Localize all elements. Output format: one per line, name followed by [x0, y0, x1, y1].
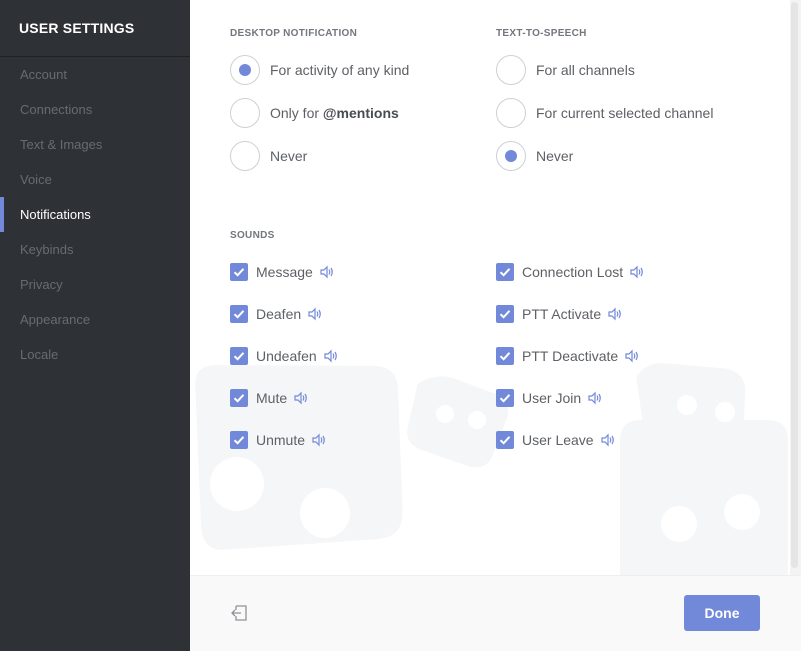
sidebar-menu: Account Connections Text & Images Voice …	[0, 57, 190, 372]
speaker-icon[interactable]	[600, 433, 616, 447]
tts-heading: TEXT-TO-SPEECH	[496, 28, 587, 39]
checkbox-label: User Leave	[522, 432, 594, 448]
radio-button[interactable]	[496, 55, 526, 85]
sounds-heading: SOUNDS	[230, 230, 275, 241]
settings-sidebar: USER SETTINGS Account Connections Text &…	[0, 0, 190, 651]
sound-toggle-connection-lost[interactable]: Connection Lost	[496, 262, 645, 282]
sidebar-item-keybinds[interactable]: Keybinds	[0, 232, 190, 267]
checkbox-label: Unmute	[256, 432, 306, 448]
sidebar-item-voice[interactable]: Voice	[0, 162, 190, 197]
notifications-panel: DESKTOP NOTIFICATION For activity of any…	[190, 0, 788, 575]
sidebar-item-appearance[interactable]: Appearance	[0, 302, 190, 337]
radio-option-tts-all-channels[interactable]: For all channels	[496, 54, 635, 86]
radio-option-tts-never[interactable]: Never	[496, 140, 573, 172]
checkbox[interactable]	[496, 263, 514, 281]
radio-option-any-activity[interactable]: For activity of any kind	[230, 54, 409, 86]
sound-toggle-ptt-deactivate[interactable]: PTT Deactivate	[496, 346, 640, 366]
speaker-icon[interactable]	[587, 391, 603, 405]
checkbox-label: Connection Lost	[522, 264, 624, 280]
radio-button[interactable]	[230, 141, 260, 171]
sidebar-item-privacy[interactable]: Privacy	[0, 267, 190, 302]
sound-toggle-user-leave[interactable]: User Leave	[496, 430, 616, 450]
checkbox-label: Message	[256, 264, 313, 280]
speaker-icon[interactable]	[293, 391, 309, 405]
done-button[interactable]: Done	[684, 595, 760, 631]
checkbox[interactable]	[230, 263, 248, 281]
radio-button[interactable]	[230, 55, 260, 85]
checkbox[interactable]	[496, 389, 514, 407]
checkbox[interactable]	[496, 431, 514, 449]
radio-button[interactable]	[496, 98, 526, 128]
desktop-notification-heading: DESKTOP NOTIFICATION	[230, 28, 358, 39]
speaker-icon[interactable]	[319, 265, 335, 279]
sound-toggle-undeafen[interactable]: Undeafen	[230, 346, 339, 366]
checkbox[interactable]	[230, 305, 248, 323]
radio-label: Never	[536, 148, 574, 164]
radio-button[interactable]	[230, 98, 260, 128]
scrollbar-thumb[interactable]	[791, 2, 798, 568]
sidebar-title: USER SETTINGS	[0, 0, 190, 57]
settings-footer: Done	[190, 575, 801, 651]
scrollbar[interactable]	[790, 0, 801, 575]
checkbox-label: Mute	[256, 390, 288, 406]
checkbox[interactable]	[496, 347, 514, 365]
checkbox[interactable]	[230, 347, 248, 365]
speaker-icon[interactable]	[311, 433, 327, 447]
checkbox[interactable]	[230, 389, 248, 407]
checkbox[interactable]	[496, 305, 514, 323]
radio-option-tts-current-channel[interactable]: For current selected channel	[496, 97, 713, 129]
checkbox-label: PTT Deactivate	[522, 348, 619, 364]
sound-toggle-ptt-activate[interactable]: PTT Activate	[496, 304, 623, 324]
sound-toggle-message[interactable]: Message	[230, 262, 335, 282]
radio-label: For all channels	[536, 62, 635, 78]
radio-button[interactable]	[496, 141, 526, 171]
radio-option-never[interactable]: Never	[230, 140, 307, 172]
speaker-icon[interactable]	[629, 265, 645, 279]
sidebar-item-locale[interactable]: Locale	[0, 337, 190, 372]
sidebar-item-account[interactable]: Account	[0, 57, 190, 92]
radio-label: Only for @mentions	[270, 105, 399, 121]
radio-label: For activity of any kind	[270, 62, 410, 78]
sound-toggle-unmute[interactable]: Unmute	[230, 430, 327, 450]
sound-toggle-user-join[interactable]: User Join	[496, 388, 603, 408]
sidebar-item-text-images[interactable]: Text & Images	[0, 127, 190, 162]
checkbox-label: PTT Activate	[522, 306, 602, 322]
speaker-icon[interactable]	[624, 349, 640, 363]
checkbox-label: User Join	[522, 390, 582, 406]
sidebar-item-connections[interactable]: Connections	[0, 92, 190, 127]
sound-toggle-mute[interactable]: Mute	[230, 388, 309, 408]
background-illustration	[195, 363, 788, 575]
sound-toggle-deafen[interactable]: Deafen	[230, 304, 323, 324]
speaker-icon[interactable]	[307, 307, 323, 321]
checkbox-label: Undeafen	[256, 348, 317, 364]
checkbox-label: Deafen	[256, 306, 302, 322]
sidebar-item-notifications[interactable]: Notifications	[0, 197, 190, 232]
speaker-icon[interactable]	[607, 307, 623, 321]
radio-label: For current selected channel	[536, 105, 714, 121]
radio-label: Never	[270, 148, 308, 164]
speaker-icon[interactable]	[323, 349, 339, 363]
radio-option-mentions[interactable]: Only for @mentions	[230, 97, 399, 129]
logout-icon[interactable]	[230, 603, 250, 623]
checkbox[interactable]	[230, 431, 248, 449]
